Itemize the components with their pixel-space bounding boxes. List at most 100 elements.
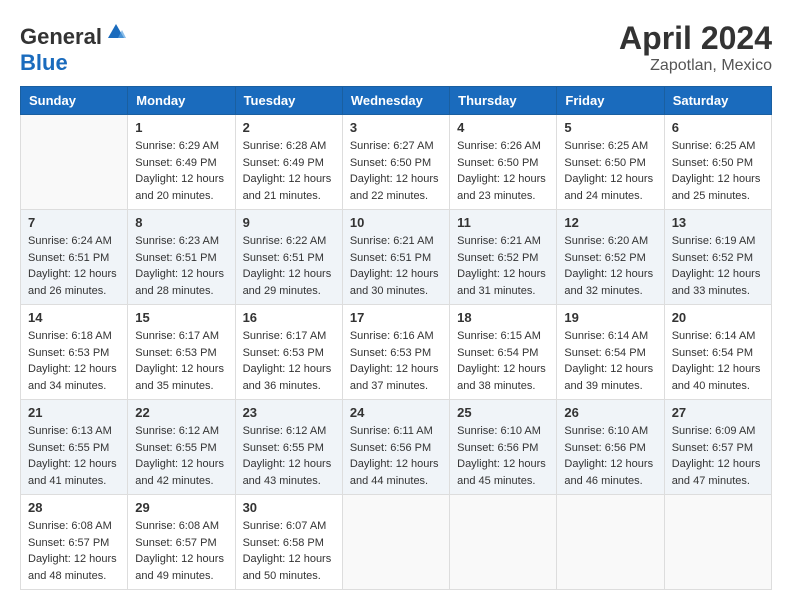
calendar-cell: 23 Sunrise: 6:12 AMSunset: 6:55 PMDayligh… bbox=[235, 400, 342, 495]
title-block: April 2024 Zapotlan, Mexico bbox=[619, 20, 772, 75]
week-row-3: 14 Sunrise: 6:18 AMSunset: 6:53 PMDayligh… bbox=[21, 305, 772, 400]
day-info: Sunrise: 6:17 AMSunset: 6:53 PMDaylight:… bbox=[135, 328, 227, 394]
calendar-cell: 20Sunrise: 6:14 AMSunset: 6:54 PMDayligh… bbox=[664, 305, 771, 400]
day-info: Sunrise: 6:08 AMSunset: 6:57 PMDaylight:… bbox=[28, 518, 120, 584]
day-number: 1 bbox=[135, 120, 227, 135]
calendar-cell: 22 Sunrise: 6:12 AMSunset: 6:55 PMDayligh… bbox=[128, 400, 235, 495]
day-number: 8 bbox=[135, 215, 227, 230]
calendar-cell: 8Sunrise: 6:23 AMSunset: 6:51 PMDaylight… bbox=[128, 210, 235, 305]
day-info: Sunrise: 6:21 AMSunset: 6:52 PMDaylight:… bbox=[457, 233, 549, 299]
logo-icon bbox=[104, 20, 128, 44]
day-info: Sunrise: 6:22 AMSunset: 6:51 PMDaylight:… bbox=[243, 233, 335, 299]
day-info: Sunrise: 6:16 AMSunset: 6:53 PMDaylight:… bbox=[350, 328, 442, 394]
weekday-header-saturday: Saturday bbox=[664, 87, 771, 115]
calendar-cell: 26 Sunrise: 6:10 AMSunset: 6:56 PMDayligh… bbox=[557, 400, 664, 495]
day-info: Sunrise: 6:12 AMSunset: 6:55 PMDaylight:… bbox=[135, 423, 227, 489]
logo-general: General bbox=[20, 24, 102, 49]
calendar-cell: 3 Sunrise: 6:27 AMSunset: 6:50 PMDaylight… bbox=[342, 115, 449, 210]
calendar-cell: 28Sunrise: 6:08 AMSunset: 6:57 PMDayligh… bbox=[21, 495, 128, 590]
day-info: Sunrise: 6:13 AMSunset: 6:55 PMDaylight:… bbox=[28, 423, 120, 489]
day-info: Sunrise: 6:12 AMSunset: 6:55 PMDaylight:… bbox=[243, 423, 335, 489]
calendar-cell: 10 Sunrise: 6:21 AMSunset: 6:51 PMDayligh… bbox=[342, 210, 449, 305]
calendar-cell: 12 Sunrise: 6:20 AMSunset: 6:52 PMDayligh… bbox=[557, 210, 664, 305]
day-info: Sunrise: 6:26 AMSunset: 6:50 PMDaylight:… bbox=[457, 138, 549, 204]
weekday-header-thursday: Thursday bbox=[450, 87, 557, 115]
calendar-cell: 29 Sunrise: 6:08 AMSunset: 6:57 PMDayligh… bbox=[128, 495, 235, 590]
day-info: Sunrise: 6:10 AMSunset: 6:56 PMDaylight:… bbox=[564, 423, 656, 489]
calendar-cell: 21 Sunrise: 6:13 AMSunset: 6:55 PMDayligh… bbox=[21, 400, 128, 495]
day-number: 2 bbox=[243, 120, 335, 135]
calendar-cell: 5Sunrise: 6:25 AMSunset: 6:50 PMDaylight… bbox=[557, 115, 664, 210]
weekday-header-tuesday: Tuesday bbox=[235, 87, 342, 115]
day-number: 29 bbox=[135, 500, 227, 515]
calendar-cell: 6Sunrise: 6:25 AMSunset: 6:50 PMDaylight… bbox=[664, 115, 771, 210]
calendar-cell bbox=[557, 495, 664, 590]
day-info: Sunrise: 6:10 AMSunset: 6:56 PMDaylight:… bbox=[457, 423, 549, 489]
calendar-cell: 4Sunrise: 6:26 AMSunset: 6:50 PMDaylight… bbox=[450, 115, 557, 210]
logo: General Blue bbox=[20, 20, 128, 76]
week-row-4: 21 Sunrise: 6:13 AMSunset: 6:55 PMDayligh… bbox=[21, 400, 772, 495]
calendar-cell: 11Sunrise: 6:21 AMSunset: 6:52 PMDayligh… bbox=[450, 210, 557, 305]
week-row-1: 1 Sunrise: 6:29 AMSunset: 6:49 PMDaylight… bbox=[21, 115, 772, 210]
day-number: 7 bbox=[28, 215, 120, 230]
day-number: 13 bbox=[672, 215, 764, 230]
day-info: Sunrise: 6:27 AMSunset: 6:50 PMDaylight:… bbox=[350, 138, 442, 204]
calendar-cell: 13 Sunrise: 6:19 AMSunset: 6:52 PMDayligh… bbox=[664, 210, 771, 305]
day-info: Sunrise: 6:09 AMSunset: 6:57 PMDaylight:… bbox=[672, 423, 764, 489]
day-number: 10 bbox=[350, 215, 442, 230]
weekday-header-friday: Friday bbox=[557, 87, 664, 115]
calendar-cell bbox=[664, 495, 771, 590]
day-info: Sunrise: 6:20 AMSunset: 6:52 PMDaylight:… bbox=[564, 233, 656, 299]
day-number: 19 bbox=[564, 310, 656, 325]
day-number: 30 bbox=[243, 500, 335, 515]
day-number: 21 bbox=[28, 405, 120, 420]
calendar-cell: 2 Sunrise: 6:28 AMSunset: 6:49 PMDaylight… bbox=[235, 115, 342, 210]
month-title: April 2024 bbox=[619, 20, 772, 57]
day-number: 17 bbox=[350, 310, 442, 325]
day-info: Sunrise: 6:07 AMSunset: 6:58 PMDaylight:… bbox=[243, 518, 335, 584]
calendar-cell: 18Sunrise: 6:15 AMSunset: 6:54 PMDayligh… bbox=[450, 305, 557, 400]
day-number: 15 bbox=[135, 310, 227, 325]
day-info: Sunrise: 6:14 AMSunset: 6:54 PMDaylight:… bbox=[564, 328, 656, 394]
day-info: Sunrise: 6:24 AMSunset: 6:51 PMDaylight:… bbox=[28, 233, 120, 299]
calendar-cell bbox=[21, 115, 128, 210]
day-number: 23 bbox=[243, 405, 335, 420]
calendar-cell: 27 Sunrise: 6:09 AMSunset: 6:57 PMDayligh… bbox=[664, 400, 771, 495]
calendar-cell bbox=[450, 495, 557, 590]
day-number: 22 bbox=[135, 405, 227, 420]
calendar-cell: 16Sunrise: 6:17 AMSunset: 6:53 PMDayligh… bbox=[235, 305, 342, 400]
day-number: 25 bbox=[457, 405, 549, 420]
calendar-table: SundayMondayTuesdayWednesdayThursdayFrid… bbox=[20, 86, 772, 590]
calendar-cell: 15 Sunrise: 6:17 AMSunset: 6:53 PMDayligh… bbox=[128, 305, 235, 400]
day-number: 14 bbox=[28, 310, 120, 325]
day-info: Sunrise: 6:19 AMSunset: 6:52 PMDaylight:… bbox=[672, 233, 764, 299]
calendar-cell: 7 Sunrise: 6:24 AMSunset: 6:51 PMDaylight… bbox=[21, 210, 128, 305]
day-number: 27 bbox=[672, 405, 764, 420]
logo-blue: Blue bbox=[20, 50, 68, 75]
day-number: 9 bbox=[243, 215, 335, 230]
week-row-2: 7 Sunrise: 6:24 AMSunset: 6:51 PMDaylight… bbox=[21, 210, 772, 305]
day-info: Sunrise: 6:21 AMSunset: 6:51 PMDaylight:… bbox=[350, 233, 442, 299]
week-row-5: 28Sunrise: 6:08 AMSunset: 6:57 PMDayligh… bbox=[21, 495, 772, 590]
day-info: Sunrise: 6:15 AMSunset: 6:54 PMDaylight:… bbox=[457, 328, 549, 394]
day-number: 24 bbox=[350, 405, 442, 420]
weekday-header-monday: Monday bbox=[128, 87, 235, 115]
location-title: Zapotlan, Mexico bbox=[619, 57, 772, 75]
calendar-cell: 19 Sunrise: 6:14 AMSunset: 6:54 PMDayligh… bbox=[557, 305, 664, 400]
calendar-cell bbox=[342, 495, 449, 590]
page-header: General Blue April 2024 Zapotlan, Mexico bbox=[20, 20, 772, 76]
day-info: Sunrise: 6:08 AMSunset: 6:57 PMDaylight:… bbox=[135, 518, 227, 584]
day-number: 26 bbox=[564, 405, 656, 420]
day-info: Sunrise: 6:29 AMSunset: 6:49 PMDaylight:… bbox=[135, 138, 227, 204]
day-info: Sunrise: 6:25 AMSunset: 6:50 PMDaylight:… bbox=[564, 138, 656, 204]
calendar-cell: 25 Sunrise: 6:10 AMSunset: 6:56 PMDayligh… bbox=[450, 400, 557, 495]
weekday-header-wednesday: Wednesday bbox=[342, 87, 449, 115]
calendar-cell: 30 Sunrise: 6:07 AMSunset: 6:58 PMDayligh… bbox=[235, 495, 342, 590]
day-info: Sunrise: 6:11 AMSunset: 6:56 PMDaylight:… bbox=[350, 423, 442, 489]
calendar-cell: 9 Sunrise: 6:22 AMSunset: 6:51 PMDaylight… bbox=[235, 210, 342, 305]
day-number: 12 bbox=[564, 215, 656, 230]
day-info: Sunrise: 6:28 AMSunset: 6:49 PMDaylight:… bbox=[243, 138, 335, 204]
day-number: 6 bbox=[672, 120, 764, 135]
day-number: 3 bbox=[350, 120, 442, 135]
day-info: Sunrise: 6:18 AMSunset: 6:53 PMDaylight:… bbox=[28, 328, 120, 394]
